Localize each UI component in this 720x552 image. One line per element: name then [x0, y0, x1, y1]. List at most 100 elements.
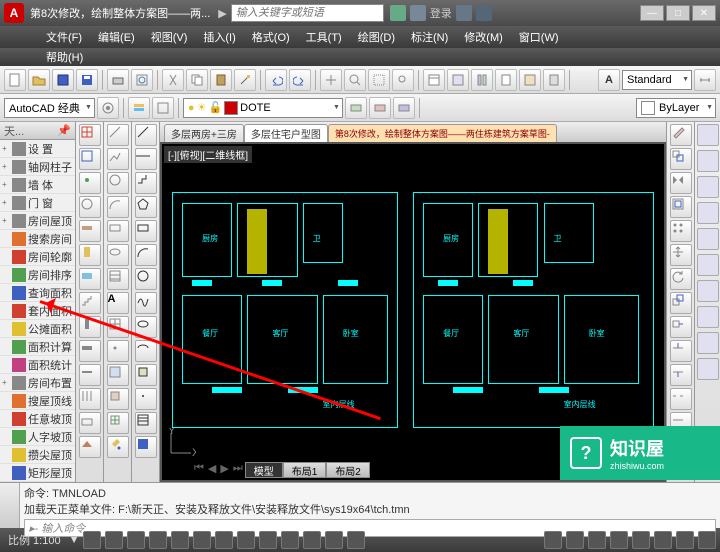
block-icon[interactable] — [107, 388, 129, 410]
status-polar-icon[interactable] — [193, 531, 211, 549]
saveas-icon[interactable] — [76, 69, 98, 91]
exchange-icon[interactable] — [456, 5, 472, 21]
layer-iso-icon[interactable] — [369, 97, 391, 119]
status-btn-1[interactable] — [83, 531, 101, 549]
tab-2[interactable]: 第8次修改，绘制整体方案图——两住栋建筑方案草图- — [328, 124, 557, 142]
tree-item-wall[interactable]: +墙 体 — [0, 176, 75, 194]
cut-icon[interactable] — [162, 69, 184, 91]
copy-icon[interactable] — [186, 69, 208, 91]
layout-tab-last-icon[interactable]: ⏭ — [231, 462, 245, 478]
rect-tool-icon[interactable] — [107, 220, 129, 242]
erase-icon[interactable] — [670, 124, 692, 146]
status-ws-icon[interactable] — [610, 531, 628, 549]
menu-format[interactable]: 格式(O) — [246, 27, 296, 47]
login-link[interactable]: 登录 — [430, 5, 452, 21]
match-icon[interactable] — [234, 69, 256, 91]
tree-item-room-sort[interactable]: 房间排序 — [0, 266, 75, 284]
layout-tab-1[interactable]: 布局1 — [283, 462, 327, 478]
layout-tab-prev-icon[interactable]: ◀ — [206, 462, 218, 478]
make-block-icon[interactable] — [135, 364, 157, 386]
arc-icon[interactable] — [107, 196, 129, 218]
tree-item-pyramid[interactable]: 攒尖屋顶 — [0, 446, 75, 464]
menu-file[interactable]: 文件(F) — [40, 27, 88, 47]
preview-icon[interactable] — [131, 69, 153, 91]
zoom-window-icon[interactable] — [368, 69, 390, 91]
offset-icon[interactable] — [670, 196, 692, 218]
tree-item-area-stat[interactable]: 面积统计 — [0, 356, 75, 374]
menu-window[interactable]: 窗口(W) — [513, 27, 565, 47]
status-lwt-icon[interactable] — [325, 531, 343, 549]
layer-prev-icon[interactable] — [345, 97, 367, 119]
status-scale[interactable]: 比例 1:100 — [4, 532, 65, 548]
window-icon[interactable] — [79, 268, 101, 290]
markup-icon[interactable] — [519, 69, 541, 91]
tab-1[interactable]: 多层住宅户型图 — [244, 124, 328, 142]
left-panel-pin-icon[interactable]: 📌 — [57, 124, 71, 137]
view-bot-icon[interactable] — [697, 150, 719, 172]
design-center-icon[interactable] — [447, 69, 469, 91]
search-icon[interactable] — [390, 5, 406, 21]
extend-icon[interactable] — [670, 364, 692, 386]
view-nw-icon[interactable] — [697, 358, 719, 380]
rect2-icon[interactable] — [135, 220, 157, 242]
redo-icon[interactable] — [289, 69, 311, 91]
command-handle[interactable] — [0, 483, 20, 528]
maximize-button[interactable]: □ — [666, 5, 690, 21]
insert-icon[interactable] — [107, 412, 129, 434]
circle-tool-icon[interactable] — [107, 172, 129, 194]
layer-states-icon[interactable] — [152, 97, 174, 119]
minimize-button[interactable]: — — [640, 5, 664, 21]
pan-icon[interactable] — [320, 69, 342, 91]
slab-icon[interactable] — [79, 364, 101, 386]
line2-icon[interactable] — [135, 124, 157, 146]
workspace-dropdown[interactable]: AutoCAD 经典 — [4, 98, 95, 118]
tree-item-room-roof[interactable]: +房间屋顶 — [0, 212, 75, 230]
region-icon[interactable] — [107, 364, 129, 386]
view-left-icon[interactable] — [697, 176, 719, 198]
status-ann-icon[interactable] — [588, 531, 606, 549]
grid-icon[interactable] — [79, 124, 101, 146]
gradient-icon[interactable] — [135, 436, 157, 458]
ucs-icon[interactable]: XY — [166, 428, 196, 458]
calc-icon[interactable] — [543, 69, 565, 91]
paste-icon[interactable] — [210, 69, 232, 91]
view-top-icon[interactable] — [697, 124, 719, 146]
sheet-set-icon[interactable] — [495, 69, 517, 91]
layer-match-icon[interactable] — [393, 97, 415, 119]
view-right-icon[interactable] — [697, 202, 719, 224]
menu-view[interactable]: 视图(V) — [145, 27, 194, 47]
point-icon[interactable] — [107, 340, 129, 362]
menu-draw[interactable]: 绘图(D) — [352, 27, 401, 47]
layer-dropdown[interactable]: ● ☀ 🔓 DOTE — [183, 98, 343, 118]
command-history[interactable]: 命令: TMNLOAD 加载天正菜单文件: F:\新天正、安装及释放文件\安装释… — [20, 483, 720, 528]
help-dropdown-icon[interactable] — [476, 5, 492, 21]
zoom-icon[interactable] — [344, 69, 366, 91]
status-snap-icon[interactable] — [127, 531, 145, 549]
text-tool-icon[interactable]: A — [107, 292, 129, 314]
layout-tab-first-icon[interactable]: ⏮ — [192, 462, 206, 478]
hatch-icon[interactable] — [107, 268, 129, 290]
status-osnap-icon[interactable] — [215, 531, 233, 549]
rotate-icon[interactable] — [670, 268, 692, 290]
tree-item-rect-roof[interactable]: 矩形屋顶 — [0, 464, 75, 482]
status-ortho-icon[interactable] — [171, 531, 189, 549]
workspace-gear-icon[interactable] — [97, 97, 119, 119]
circle2-icon[interactable] — [135, 268, 157, 290]
paint-bucket-icon[interactable] — [107, 436, 129, 458]
beam-icon[interactable] — [79, 340, 101, 362]
status-model-icon[interactable] — [544, 531, 562, 549]
frame-icon[interactable] — [79, 148, 101, 170]
text-style-a-icon[interactable]: A — [598, 69, 620, 91]
view-sw-icon[interactable] — [697, 280, 719, 302]
tab-0[interactable]: 多层两房+三房 — [164, 124, 244, 142]
plot-icon[interactable] — [107, 69, 129, 91]
zoom-prev-icon[interactable] — [392, 69, 414, 91]
tree-item-room-layout[interactable]: +房间布置 — [0, 374, 75, 392]
save-icon[interactable] — [52, 69, 74, 91]
status-scale-dropdown-icon[interactable]: ▼ — [69, 534, 80, 546]
railing-icon[interactable] — [79, 388, 101, 410]
ellipse-arc-icon[interactable] — [135, 340, 157, 362]
status-otrack-icon[interactable] — [259, 531, 277, 549]
view-back-icon[interactable] — [697, 254, 719, 276]
status-ducs-icon[interactable] — [281, 531, 299, 549]
